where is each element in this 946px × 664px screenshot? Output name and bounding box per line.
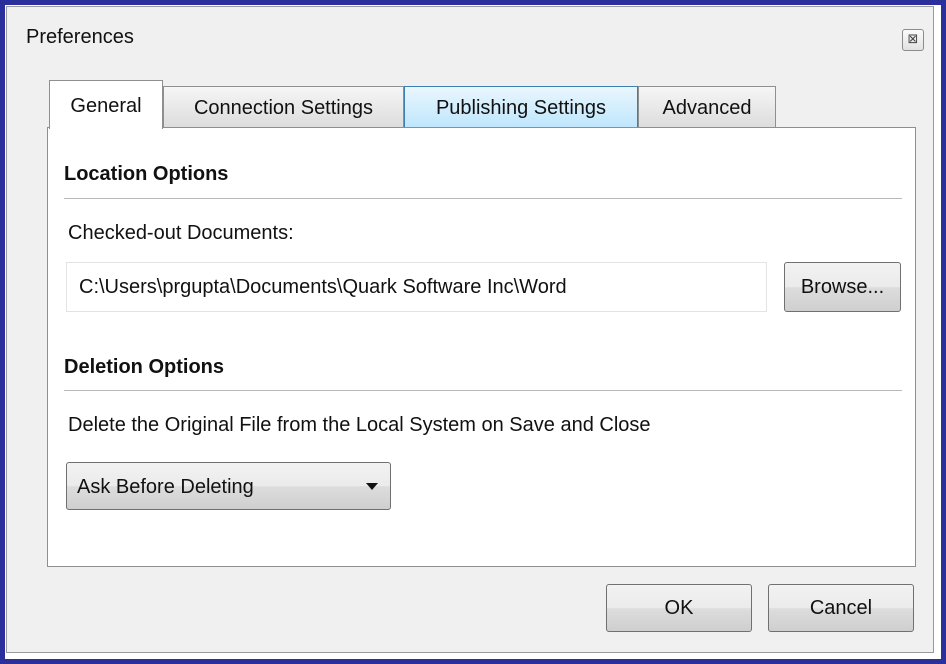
ok-button[interactable]: OK — [606, 584, 752, 632]
deletion-options-heading: Deletion Options — [64, 356, 224, 378]
delete-behavior-value: Ask Before Deleting — [77, 476, 254, 498]
cancel-button-label: Cancel — [809, 597, 873, 619]
checked-out-documents-label: Checked-out Documents: — [68, 222, 294, 244]
delete-behavior-select[interactable]: Ask Before Deleting — [66, 462, 391, 510]
tab-general[interactable]: General — [49, 80, 163, 129]
tab-label: Connection Settings — [193, 97, 373, 119]
browse-button-label: Browse... — [800, 276, 885, 298]
ok-button-label: OK — [664, 597, 694, 619]
location-options-heading: Location Options — [64, 163, 229, 185]
checked-out-path-field[interactable] — [66, 262, 767, 312]
tab-label: Advanced — [662, 97, 752, 119]
tab-advanced[interactable]: Advanced — [638, 86, 776, 128]
tab-label: Publishing Settings — [435, 97, 607, 119]
dialog-title: Preferences — [26, 26, 134, 48]
location-divider — [64, 198, 902, 199]
cancel-button[interactable]: Cancel — [768, 584, 914, 632]
dropdown-arrow-icon — [366, 483, 378, 490]
tab-connection-settings[interactable]: Connection Settings — [163, 86, 404, 128]
deletion-divider — [64, 390, 902, 391]
tab-publishing-settings[interactable]: Publishing Settings — [404, 86, 638, 128]
tab-label: General — [70, 95, 142, 117]
delete-original-file-label: Delete the Original File from the Local … — [68, 414, 651, 436]
browse-button[interactable]: Browse... — [784, 262, 901, 312]
close-icon[interactable]: ⊠ — [902, 29, 924, 51]
